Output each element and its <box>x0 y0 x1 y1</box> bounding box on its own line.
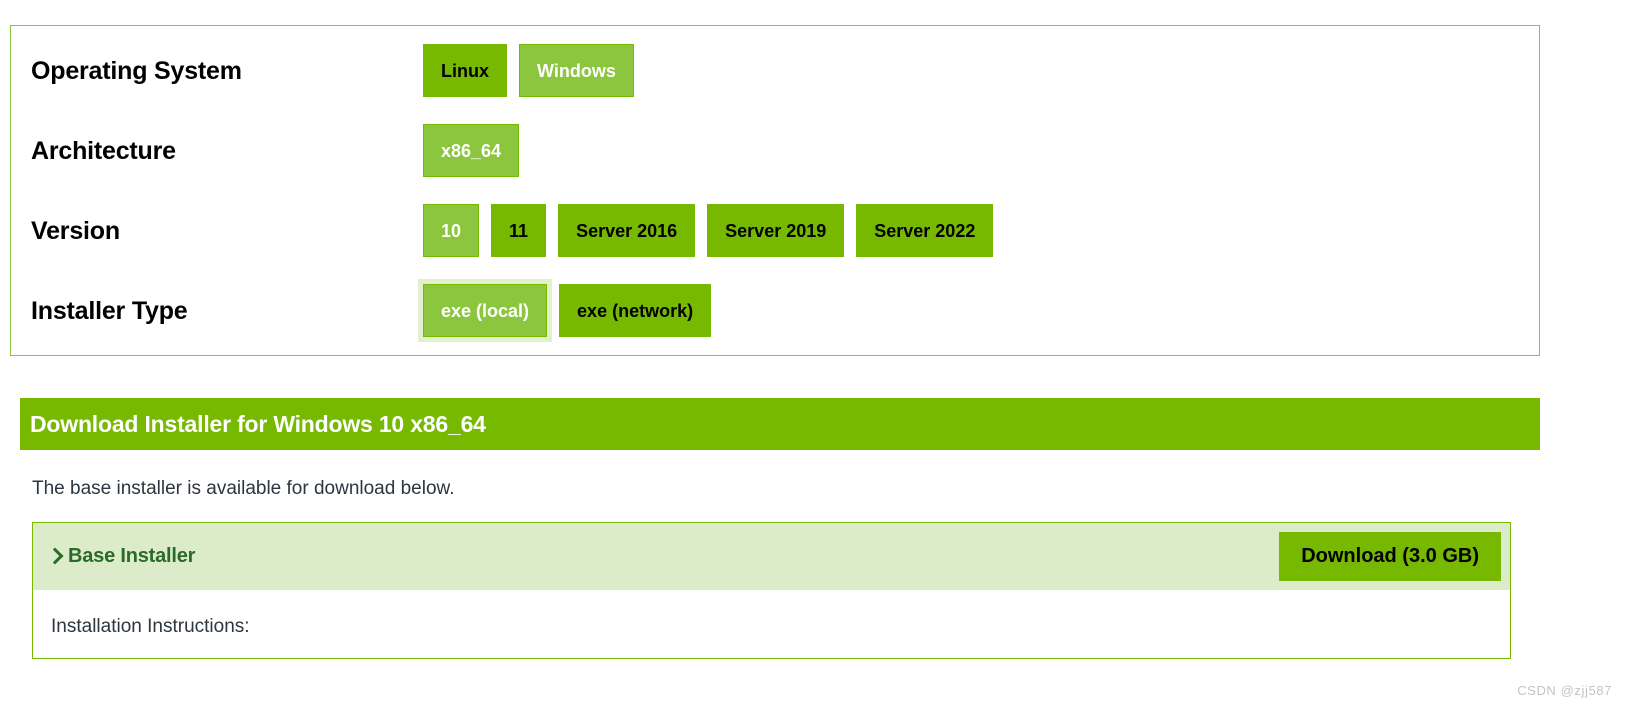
option-installer-type-exe-network[interactable]: exe (network) <box>559 284 712 337</box>
selector-label-operating-system: Operating System <box>31 57 242 85</box>
selector-row-installer-type: Installer Type exe (local) exe (network) <box>11 279 1539 364</box>
selector-options-architecture: x86_64 <box>423 124 520 177</box>
base-installer-panel: Base Installer Download (3.0 GB) Install… <box>32 522 1511 659</box>
selector-options-operating-system: Linux Windows <box>423 44 634 97</box>
selector-row-operating-system: Operating System Linux Windows <box>11 44 1539 124</box>
watermark-text: CSDN @zjj587 <box>1517 683 1612 698</box>
option-version-10[interactable]: 10 <box>423 204 480 257</box>
selector-row-architecture: Architecture x86_64 <box>11 124 1539 204</box>
selector-options-installer-type: exe (local) exe (network) <box>417 279 712 342</box>
option-version-server-2016[interactable]: Server 2016 <box>558 204 696 257</box>
option-operating-system-linux[interactable]: Linux <box>423 44 507 97</box>
option-installer-type-exe-local[interactable]: exe (local) <box>417 279 553 342</box>
configuration-selector-card: Operating System Linux Windows Architecture… <box>10 25 1540 356</box>
installer-instructions-section: Installation Instructions: <box>33 590 1510 658</box>
selector-label-version: Version <box>31 217 120 245</box>
download-header-title: Download Installer for Windows 10 x86_64 <box>30 410 486 437</box>
selector-label-installer-type: Installer Type <box>31 297 188 325</box>
option-version-server-2022[interactable]: Server 2022 <box>856 204 994 257</box>
base-installer-toggle[interactable]: Base Installer <box>46 545 196 568</box>
option-architecture-x86-64[interactable]: x86_64 <box>423 124 520 177</box>
installation-instructions-label: Installation Instructions: <box>51 616 250 637</box>
selector-rows: Operating System Linux Windows Architecture… <box>11 44 1539 364</box>
selector-row-version: Version 10 11 Server 2016 Server 2019 Server … <box>11 204 1539 284</box>
download-body: The base installer is available for down… <box>20 450 1540 659</box>
option-version-11[interactable]: 11 <box>491 204 547 257</box>
base-installer-header-row[interactable]: Base Installer Download (3.0 GB) <box>33 523 1510 590</box>
download-button[interactable]: Download (3.0 GB) <box>1279 532 1501 581</box>
download-intro-text: The base installer is available for down… <box>32 478 455 499</box>
download-installer-card: Download Installer for Windows 10 x86_64… <box>20 398 1540 707</box>
option-operating-system-windows[interactable]: Windows <box>519 44 634 97</box>
chevron-right-icon <box>46 547 64 565</box>
base-installer-label: Base Installer <box>68 545 196 567</box>
option-version-server-2019[interactable]: Server 2019 <box>707 204 845 257</box>
selector-options-version: 10 11 Server 2016 Server 2019 Server 2022 <box>423 204 994 257</box>
download-header-bar: Download Installer for Windows 10 x86_64 <box>20 398 1540 450</box>
selector-label-architecture: Architecture <box>31 137 176 165</box>
